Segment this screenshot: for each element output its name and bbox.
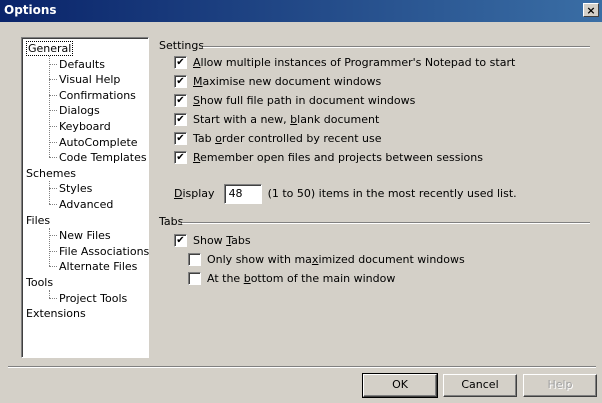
button-separator <box>8 366 596 368</box>
mru-label: Display <box>174 187 215 200</box>
tree-item-dialogs[interactable]: Dialogs <box>59 103 100 118</box>
mru-row: Display 48 (1 to 50) items in the most rec… <box>174 183 517 205</box>
checkbox-row-start-with-a-new-blank-document[interactable]: ✔ Start with a new, blank document <box>174 112 379 128</box>
tree-connector <box>49 204 57 205</box>
checkbox-row-remember-open-files-and-projects-between[interactable]: ✔ Remember open files and projects betwee… <box>174 150 483 166</box>
checkbox-label: Tab order controlled by recent use <box>193 132 382 145</box>
tree-item-styles[interactable]: Styles <box>59 181 92 196</box>
tree-item-schemes[interactable]: Schemes <box>26 166 76 181</box>
close-icon[interactable]: × <box>583 3 599 17</box>
tree-item-code-templates[interactable]: Code Templates <box>59 150 147 165</box>
tree-connector <box>49 157 57 158</box>
category-tree[interactable]: General Defaults Visual Help Confirmations D… <box>21 37 149 358</box>
tree-item-defaults[interactable]: Defaults <box>59 57 105 72</box>
tabs-group-label: Tabs <box>159 215 184 228</box>
tree-connector <box>49 290 50 298</box>
tree-connector <box>49 251 57 252</box>
settings-group-label: Settings <box>159 39 205 52</box>
checkbox[interactable] <box>188 271 201 285</box>
checkbox-label: Remember open files and projects between… <box>193 151 483 164</box>
tree-item-file-associations[interactable]: File Associations <box>59 244 149 259</box>
checkbox-label: Only show with maximized document window… <box>207 253 465 266</box>
checkbox-row-show-full-file-path-in-document-windows[interactable]: ✔ Show full file path in document windows <box>174 93 415 109</box>
checkbox-row-tab-order-controlled-by-recent-use[interactable]: ✔ Tab order controlled by recent use <box>174 131 382 147</box>
tree-connector <box>49 266 57 267</box>
checkbox-label: At the bottom of the main window <box>207 272 396 285</box>
checkbox-row-maximise-new-document-windows[interactable]: ✔ Maximise new document windows <box>174 74 381 90</box>
checkbox-label: Maximise new document windows <box>193 75 382 88</box>
checkbox-label: Allow multiple instances of Programmer's… <box>193 56 516 69</box>
checkbox[interactable]: ✔ <box>174 93 187 107</box>
mru-suffix: (1 to 50) items in the most recently use… <box>267 187 517 200</box>
checkbox-row-at-the-bottom-of-the-main-window[interactable]: At the bottom of the main window <box>188 271 395 287</box>
checkbox[interactable] <box>188 252 201 266</box>
ok-button[interactable]: OK <box>362 373 438 398</box>
checkbox[interactable]: ✔ <box>174 55 187 69</box>
tabs-group-line <box>182 222 590 224</box>
tree-connector <box>49 228 50 266</box>
settings-group-line <box>203 46 590 48</box>
checkbox-row-allow-multiple-instances-of-programmer-s[interactable]: ✔ Allow multiple instances of Programmer'… <box>174 55 515 71</box>
checkbox[interactable]: ✔ <box>174 131 187 145</box>
tree-item-files[interactable]: Files <box>26 213 50 228</box>
tree-item-keyboard[interactable]: Keyboard <box>59 119 111 134</box>
tree-item-autocomplete[interactable]: AutoComplete <box>59 135 138 150</box>
checkbox-row-show-tabs[interactable]: ✔ Show Tabs <box>174 233 251 249</box>
checkbox[interactable]: ✔ <box>174 150 187 164</box>
help-button: Help <box>523 374 597 397</box>
options-dialog: Options × General Defaults Visual Help Conf… <box>0 0 602 403</box>
title-bar: Options × <box>0 0 602 22</box>
tree-connector <box>49 142 57 143</box>
mru-count-input[interactable]: 48 <box>223 184 262 204</box>
tree-item-tools[interactable]: Tools <box>26 275 53 290</box>
checkbox[interactable]: ✔ <box>174 74 187 88</box>
tree-item-extensions[interactable]: Extensions <box>26 306 86 321</box>
tree-connector <box>49 110 57 111</box>
tree-connector <box>49 64 57 65</box>
checkbox-row-only-show-with-maximized-document-window[interactable]: Only show with maximized document window… <box>188 252 465 268</box>
tree-item-project-tools[interactable]: Project Tools <box>59 291 127 306</box>
checkbox[interactable]: ✔ <box>174 233 187 247</box>
tree-item-alternate-files[interactable]: Alternate Files <box>59 259 137 274</box>
tree-item-new-files[interactable]: New Files <box>59 228 111 243</box>
tree-item-general[interactable]: General <box>26 41 74 56</box>
tree-connector <box>49 79 57 80</box>
tree-connector <box>49 235 57 236</box>
checkbox-label: Start with a new, blank document <box>193 113 380 126</box>
cancel-button[interactable]: Cancel <box>443 374 517 397</box>
checkbox-label: Show Tabs <box>193 234 251 247</box>
tree-connector <box>49 181 50 204</box>
checkbox-label: Show full file path in document windows <box>193 94 416 107</box>
tree-connector <box>49 298 57 299</box>
tree-connector <box>49 126 57 127</box>
tree-item-visual-help[interactable]: Visual Help <box>59 72 120 87</box>
tree-connector <box>49 95 57 96</box>
checkbox[interactable]: ✔ <box>174 112 187 126</box>
tree-item-advanced[interactable]: Advanced <box>59 197 113 212</box>
tree-connector <box>49 188 57 189</box>
window-title: Options <box>4 3 57 17</box>
tree-item-confirmations[interactable]: Confirmations <box>59 88 136 103</box>
